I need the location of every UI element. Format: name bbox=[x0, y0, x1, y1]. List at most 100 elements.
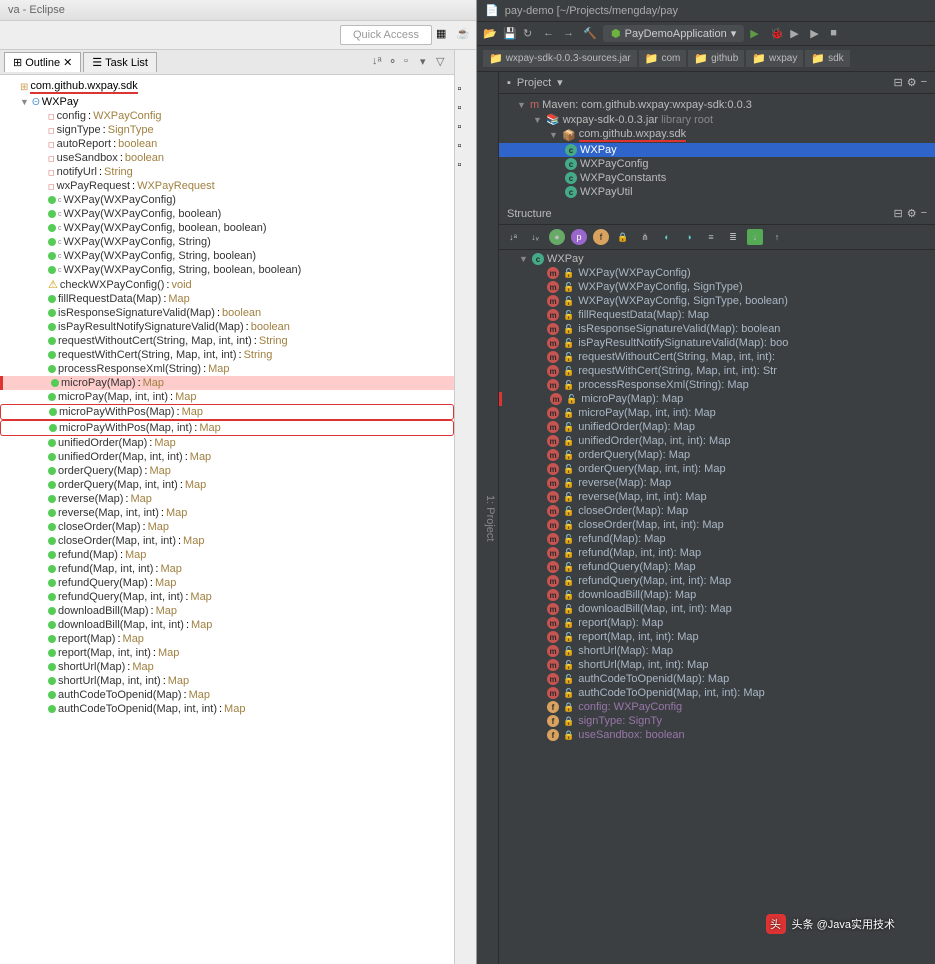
refresh-icon[interactable]: ↻ bbox=[523, 27, 537, 41]
tree-method[interactable]: unifiedOrder(Map, int, int) : Map bbox=[0, 450, 454, 464]
structure-method[interactable]: m🔓unifiedOrder(Map, int, int): Map bbox=[499, 434, 935, 448]
tree-method[interactable]: downloadBill(Map) : Map bbox=[0, 604, 454, 618]
tree-constructor[interactable]: cWXPay(WXPayConfig, boolean, boolean) bbox=[0, 221, 454, 235]
tree-method[interactable]: closeOrder(Map) : Map bbox=[0, 520, 454, 534]
tree-field[interactable]: ◻signType : SignType bbox=[0, 123, 454, 137]
tree-method[interactable]: report(Map, int, int) : Map bbox=[0, 646, 454, 660]
structure-method[interactable]: m🔓isPayResultNotifySignatureValid(Map): … bbox=[499, 336, 935, 350]
gutter-icon[interactable]: ▫ bbox=[458, 83, 474, 99]
tree-method[interactable]: isPayResultNotifySignatureValid(Map) : b… bbox=[0, 320, 454, 334]
expand-all-icon[interactable]: ≡ bbox=[703, 229, 719, 245]
gutter-icon[interactable]: ▫ bbox=[458, 159, 474, 175]
structure-method[interactable]: m🔓refund(Map, int, int): Map bbox=[499, 546, 935, 560]
tree-constructor[interactable]: cWXPay(WXPayConfig, String, boolean) bbox=[0, 249, 454, 263]
perspective-icon[interactable]: ▦ bbox=[436, 27, 452, 43]
tree-field[interactable]: ◻wxPayRequest : WXPayRequest bbox=[0, 179, 454, 193]
perspective-java-icon[interactable]: ☕ bbox=[456, 27, 472, 43]
structure-method[interactable]: m🔓processResponseXml(String): Map bbox=[499, 378, 935, 392]
save-icon[interactable]: 💾 bbox=[503, 27, 517, 41]
tree-constructor[interactable]: cWXPay(WXPayConfig, String) bbox=[0, 235, 454, 249]
structure-method[interactable]: m🔓closeOrder(Map): Map bbox=[499, 504, 935, 518]
tree-method[interactable]: microPay(Map, int, int) : Map bbox=[0, 390, 454, 404]
gutter-tab-project[interactable]: 1: Project bbox=[484, 495, 496, 541]
show-inherited-icon[interactable]: f bbox=[593, 229, 609, 245]
structure-method[interactable]: m🔓report(Map): Map bbox=[499, 616, 935, 630]
tab-outline[interactable]: ⊞Outline✕ bbox=[4, 52, 81, 72]
tree-class-wxpay[interactable]: cWXPay bbox=[499, 143, 935, 157]
tree-method[interactable]: microPayWithPos(Map) : Map bbox=[0, 404, 454, 420]
structure-method[interactable]: m🔓shortUrl(Map): Map bbox=[499, 644, 935, 658]
outline-tree[interactable]: ⊞com.github.wxpay.sdk▼ΘWXPay◻config : WX… bbox=[0, 75, 454, 964]
structure-method[interactable]: m🔓reverse(Map, int, int): Map bbox=[499, 490, 935, 504]
gutter-icon[interactable]: ▫ bbox=[458, 102, 474, 118]
chevron-down-icon[interactable]: ▾ bbox=[557, 76, 563, 89]
scroll-to-icon[interactable]: ↓ bbox=[747, 229, 763, 245]
sort-visibility-icon[interactable]: ↓ᵥ bbox=[527, 229, 543, 245]
run-icon[interactable]: ▶ bbox=[750, 27, 764, 41]
hide-icon[interactable]: − bbox=[921, 76, 927, 89]
tree-method[interactable]: shortUrl(Map) : Map bbox=[0, 660, 454, 674]
filter-icon[interactable]: ⚬ bbox=[388, 55, 402, 69]
build-icon[interactable]: 🔨 bbox=[583, 27, 597, 41]
tree-method[interactable]: isResponseSignatureValid(Map) : boolean bbox=[0, 306, 454, 320]
tree-method[interactable]: unifiedOrder(Map) : Map bbox=[0, 436, 454, 450]
breadcrumb-item[interactable]: 📁wxpay bbox=[746, 50, 803, 67]
tree-method[interactable]: reverse(Map) : Map bbox=[0, 492, 454, 506]
tree-maven-node[interactable]: ▼mMaven: com.github.wxpay:wxpay-sdk:0.0.… bbox=[499, 98, 935, 112]
project-tree[interactable]: ▼mMaven: com.github.wxpay:wxpay-sdk:0.0.… bbox=[499, 94, 935, 203]
show-anon-icon[interactable]: 🔒 bbox=[615, 229, 631, 245]
breadcrumb-item[interactable]: 📁com bbox=[639, 50, 687, 67]
structure-field[interactable]: f🔒config: WXPayConfig bbox=[499, 700, 935, 714]
run-config-selector[interactable]: ⬢PayDemoApplication▾ bbox=[603, 25, 744, 42]
structure-method[interactable]: m🔓downloadBill(Map, int, int): Map bbox=[499, 602, 935, 616]
tree-jar-node[interactable]: ▼📚wxpay-sdk-0.0.3.jar library root bbox=[499, 112, 935, 127]
forward-icon[interactable]: → bbox=[563, 27, 577, 41]
structure-method[interactable]: m🔓WXPay(WXPayConfig) bbox=[499, 266, 935, 280]
structure-class-node[interactable]: ▼cWXPay bbox=[499, 252, 935, 266]
autoscroll-icon[interactable]: ◐ bbox=[659, 229, 675, 245]
tree-method[interactable]: ⚠checkWXPayConfig() : void bbox=[0, 277, 454, 292]
structure-method[interactable]: m🔓authCodeToOpenid(Map, int, int): Map bbox=[499, 686, 935, 700]
structure-method[interactable]: m🔓authCodeToOpenid(Map): Map bbox=[499, 672, 935, 686]
structure-method[interactable]: m🔓orderQuery(Map, int, int): Map bbox=[499, 462, 935, 476]
structure-method[interactable]: m🔓refundQuery(Map, int, int): Map bbox=[499, 574, 935, 588]
menu-icon[interactable]: ▽ bbox=[436, 55, 450, 69]
hide-fields-icon[interactable]: ▫ bbox=[404, 55, 418, 69]
quick-access-input[interactable]: Quick Access bbox=[340, 25, 432, 45]
gear-icon[interactable]: ⚙ bbox=[907, 207, 917, 220]
debug-icon[interactable]: 🐞 bbox=[770, 27, 784, 41]
coverage-icon[interactable]: ▶ bbox=[790, 27, 804, 41]
structure-method[interactable]: m🔓requestWithoutCert(String, Map, int, i… bbox=[499, 350, 935, 364]
gutter-icon[interactable]: ▫ bbox=[458, 140, 474, 156]
structure-method[interactable]: m🔓microPay(Map, int, int): Map bbox=[499, 406, 935, 420]
tab-tasklist[interactable]: ☰Task List bbox=[83, 52, 157, 72]
structure-method[interactable]: m🔓downloadBill(Map): Map bbox=[499, 588, 935, 602]
tree-method[interactable]: report(Map) : Map bbox=[0, 632, 454, 646]
tree-class[interactable]: ▼ΘWXPay bbox=[0, 95, 454, 109]
tree-field[interactable]: ◻useSandbox : boolean bbox=[0, 151, 454, 165]
tree-class-wxpayconfig[interactable]: cWXPayConfig bbox=[499, 157, 935, 171]
structure-method[interactable]: m🔓shortUrl(Map, int, int): Map bbox=[499, 658, 935, 672]
breadcrumb-item[interactable]: 📁github bbox=[688, 50, 744, 67]
back-icon[interactable]: ← bbox=[543, 27, 557, 41]
structure-method[interactable]: m🔓report(Map, int, int): Map bbox=[499, 630, 935, 644]
tree-method[interactable]: requestWithoutCert(String, Map, int, int… bbox=[0, 334, 454, 348]
structure-method[interactable]: m🔓microPay(Map): Map bbox=[499, 392, 935, 406]
breadcrumb-item[interactable]: 📁sdk bbox=[805, 50, 849, 67]
tree-package-node[interactable]: ▼📦com.github.wxpay.sdk bbox=[499, 127, 935, 143]
structure-method[interactable]: m🔓refund(Map): Map bbox=[499, 532, 935, 546]
tree-class-wxpayutil[interactable]: cWXPayUtil bbox=[499, 185, 935, 199]
structure-method[interactable]: m🔓requestWithCert(String, Map, int, int)… bbox=[499, 364, 935, 378]
structure-method[interactable]: m🔓WXPay(WXPayConfig, SignType) bbox=[499, 280, 935, 294]
stop-icon[interactable]: ■ bbox=[830, 27, 844, 41]
hide-static-icon[interactable]: ▾ bbox=[420, 55, 434, 69]
show-properties-icon[interactable]: p bbox=[571, 229, 587, 245]
structure-tree[interactable]: ▼cWXPay m🔓WXPay(WXPayConfig)m🔓WXPay(WXPa… bbox=[499, 250, 935, 744]
tree-method[interactable]: refund(Map, int, int) : Map bbox=[0, 562, 454, 576]
open-icon[interactable]: 📂 bbox=[483, 27, 497, 41]
structure-method[interactable]: m🔓orderQuery(Map): Map bbox=[499, 448, 935, 462]
tree-method[interactable]: microPay(Map) : Map bbox=[0, 376, 454, 390]
tree-method[interactable]: fillRequestData(Map) : Map bbox=[0, 292, 454, 306]
gear-icon[interactable]: ⚙ bbox=[907, 76, 917, 89]
tree-class-wxpayconstants[interactable]: cWXPayConstants bbox=[499, 171, 935, 185]
